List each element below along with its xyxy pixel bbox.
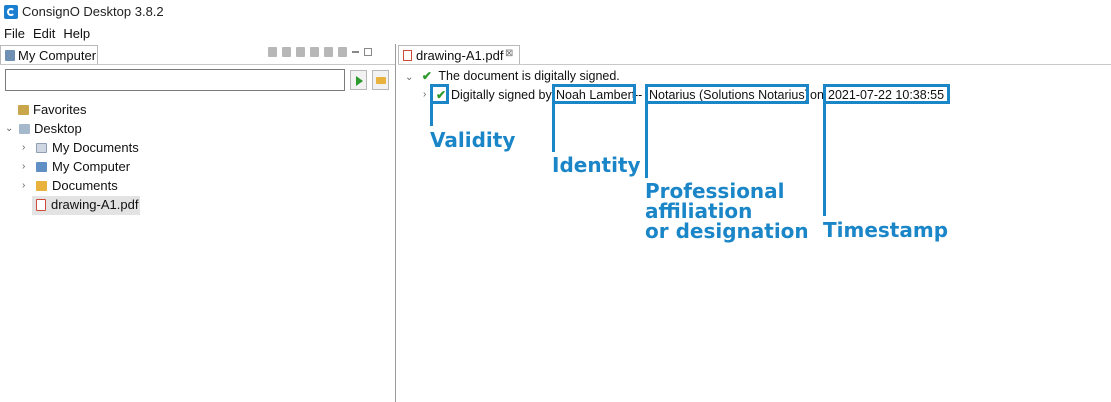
go-button[interactable] <box>350 70 367 90</box>
folder-icon <box>36 181 47 191</box>
identity-annotation: Identity <box>552 153 641 177</box>
minimize-icon[interactable] <box>352 51 359 53</box>
identity-highlight-box <box>552 84 636 104</box>
chevron-down-icon[interactable]: ⌄ <box>405 72 413 83</box>
signature-on: on <box>810 88 824 102</box>
affiliation-highlight-box <box>645 84 809 104</box>
close-icon[interactable]: ⊠ <box>505 48 513 59</box>
signature-prefix: Digitally signed by <box>451 88 552 102</box>
stamp-icon[interactable] <box>310 47 319 57</box>
computer-icon <box>36 162 47 172</box>
pdf-file-icon <box>403 50 412 61</box>
affiliation-annotation: Professional affiliation or designation <box>645 179 809 243</box>
affiliation-pointer-line <box>645 102 648 178</box>
timestamp-pointer-line <box>823 102 826 216</box>
tabstrip-divider <box>0 64 395 65</box>
export-icon[interactable] <box>338 47 347 57</box>
title-bar: ConsignO Desktop 3.8.2 <box>0 0 1111 24</box>
chevron-right-icon[interactable]: › <box>22 158 25 176</box>
tab-label: My Computer <box>18 48 97 63</box>
timestamp-highlight-box <box>823 84 950 104</box>
chevron-right-icon[interactable]: › <box>22 139 25 157</box>
chevron-down-icon[interactable]: ⌄ <box>5 120 13 138</box>
identity-pointer-line <box>552 102 555 152</box>
menu-file[interactable]: File <box>0 25 29 43</box>
tab-my-computer[interactable]: My Computer <box>0 45 98 65</box>
panel-toolbar <box>268 47 372 61</box>
maximize-icon[interactable] <box>364 48 372 56</box>
desktop-icon <box>19 124 30 134</box>
chevron-right-icon[interactable]: › <box>22 177 25 195</box>
open-folder-button[interactable] <box>372 70 389 90</box>
refresh-icon[interactable] <box>268 47 277 57</box>
tab-drawing-pdf[interactable]: drawing-A1.pdf ⊠ <box>398 45 520 65</box>
search-input[interactable] <box>5 69 345 91</box>
copy-icon[interactable] <box>324 47 333 57</box>
tab-label: drawing-A1.pdf <box>416 48 504 63</box>
window-title: ConsignO Desktop 3.8.2 <box>22 4 164 19</box>
chevron-right-icon[interactable]: › <box>423 87 426 103</box>
my-computer-panel: My Computer Favorites ⌄ Desktop › My Doc… <box>0 44 396 402</box>
verify-icon[interactable] <box>296 47 305 57</box>
document-panel: drawing-A1.pdf ⊠ ⌄ ✔ The document is dig… <box>398 44 1111 402</box>
consigno-logo-icon <box>4 5 18 19</box>
timestamp-annotation: Timestamp <box>823 218 949 242</box>
menu-bar: File Edit Help <box>0 25 94 43</box>
pdf-file-icon <box>36 199 46 211</box>
documents-icon <box>36 143 47 153</box>
star-folder-icon <box>18 105 29 115</box>
validity-highlight-box <box>430 84 449 104</box>
sign-icon[interactable] <box>282 47 291 57</box>
validity-annotation: Validity <box>430 128 516 152</box>
menu-help[interactable]: Help <box>59 25 94 43</box>
status-text: The document is digitally signed. <box>438 69 620 83</box>
menu-edit[interactable]: Edit <box>29 25 59 43</box>
tabstrip-divider <box>398 64 1111 65</box>
computer-icon <box>5 50 15 61</box>
validity-pointer-line <box>430 102 433 126</box>
check-icon: ✔ <box>421 69 432 83</box>
